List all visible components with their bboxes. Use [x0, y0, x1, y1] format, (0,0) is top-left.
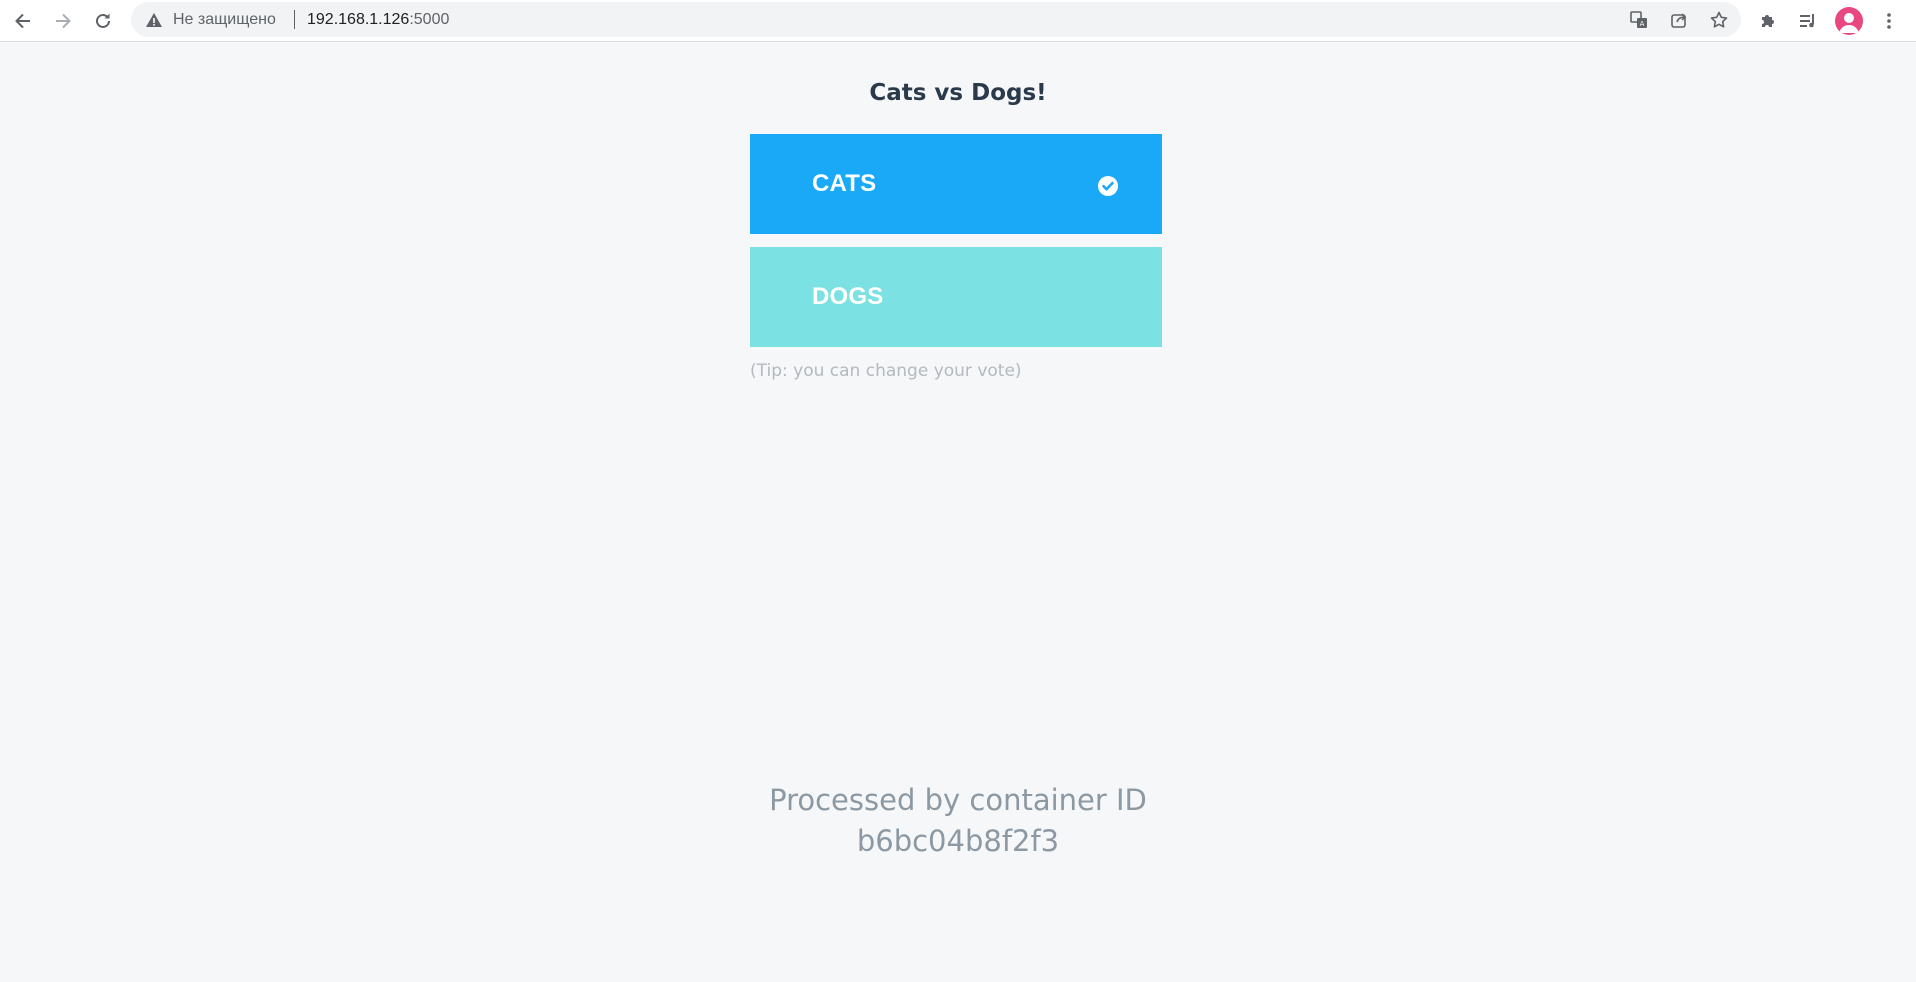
reload-icon[interactable]: [87, 5, 119, 37]
star-icon[interactable]: [1707, 8, 1731, 32]
address-bar[interactable]: Не защищено 192.168.1.126:5000 A: [131, 2, 1741, 37]
vote-option-label: DOGS: [812, 283, 884, 310]
browser-toolbar: Не защищено 192.168.1.126:5000 A: [0, 0, 1916, 42]
check-circle-icon: [1098, 176, 1118, 196]
container-id: b6bc04b8f2f3: [856, 824, 1060, 858]
svg-text:A: A: [1640, 20, 1645, 28]
back-arrow-icon[interactable]: [7, 5, 39, 37]
avatar[interactable]: [1835, 7, 1863, 35]
security-status[interactable]: Не защищено: [173, 11, 276, 29]
url-text[interactable]: 192.168.1.126:5000: [307, 11, 449, 29]
forward-arrow-icon[interactable]: [47, 5, 79, 37]
omnibox-divider: [294, 10, 295, 29]
share-icon[interactable]: [1667, 8, 1691, 32]
puzzle-icon[interactable]: [1752, 5, 1784, 37]
url-host: 192.168.1.126: [307, 11, 410, 28]
vote-cats-button[interactable]: CATS: [750, 134, 1162, 234]
warning-icon[interactable]: [145, 11, 163, 29]
kebab-menu-icon[interactable]: [1873, 5, 1905, 37]
page-title: Cats vs Dogs!: [869, 80, 1047, 106]
tip-text: (Tip: you can change your vote): [750, 361, 1022, 381]
vote-dogs-button[interactable]: DOGS: [750, 247, 1162, 347]
processed-label: Processed by container ID: [769, 783, 1147, 817]
media-queue-icon[interactable]: [1792, 5, 1824, 37]
url-port: :5000: [409, 11, 450, 28]
translate-icon[interactable]: A: [1627, 8, 1651, 32]
container-info: Processed by container ID b6bc04b8f2f3: [0, 780, 1916, 862]
vote-option-label: CATS: [812, 170, 877, 197]
